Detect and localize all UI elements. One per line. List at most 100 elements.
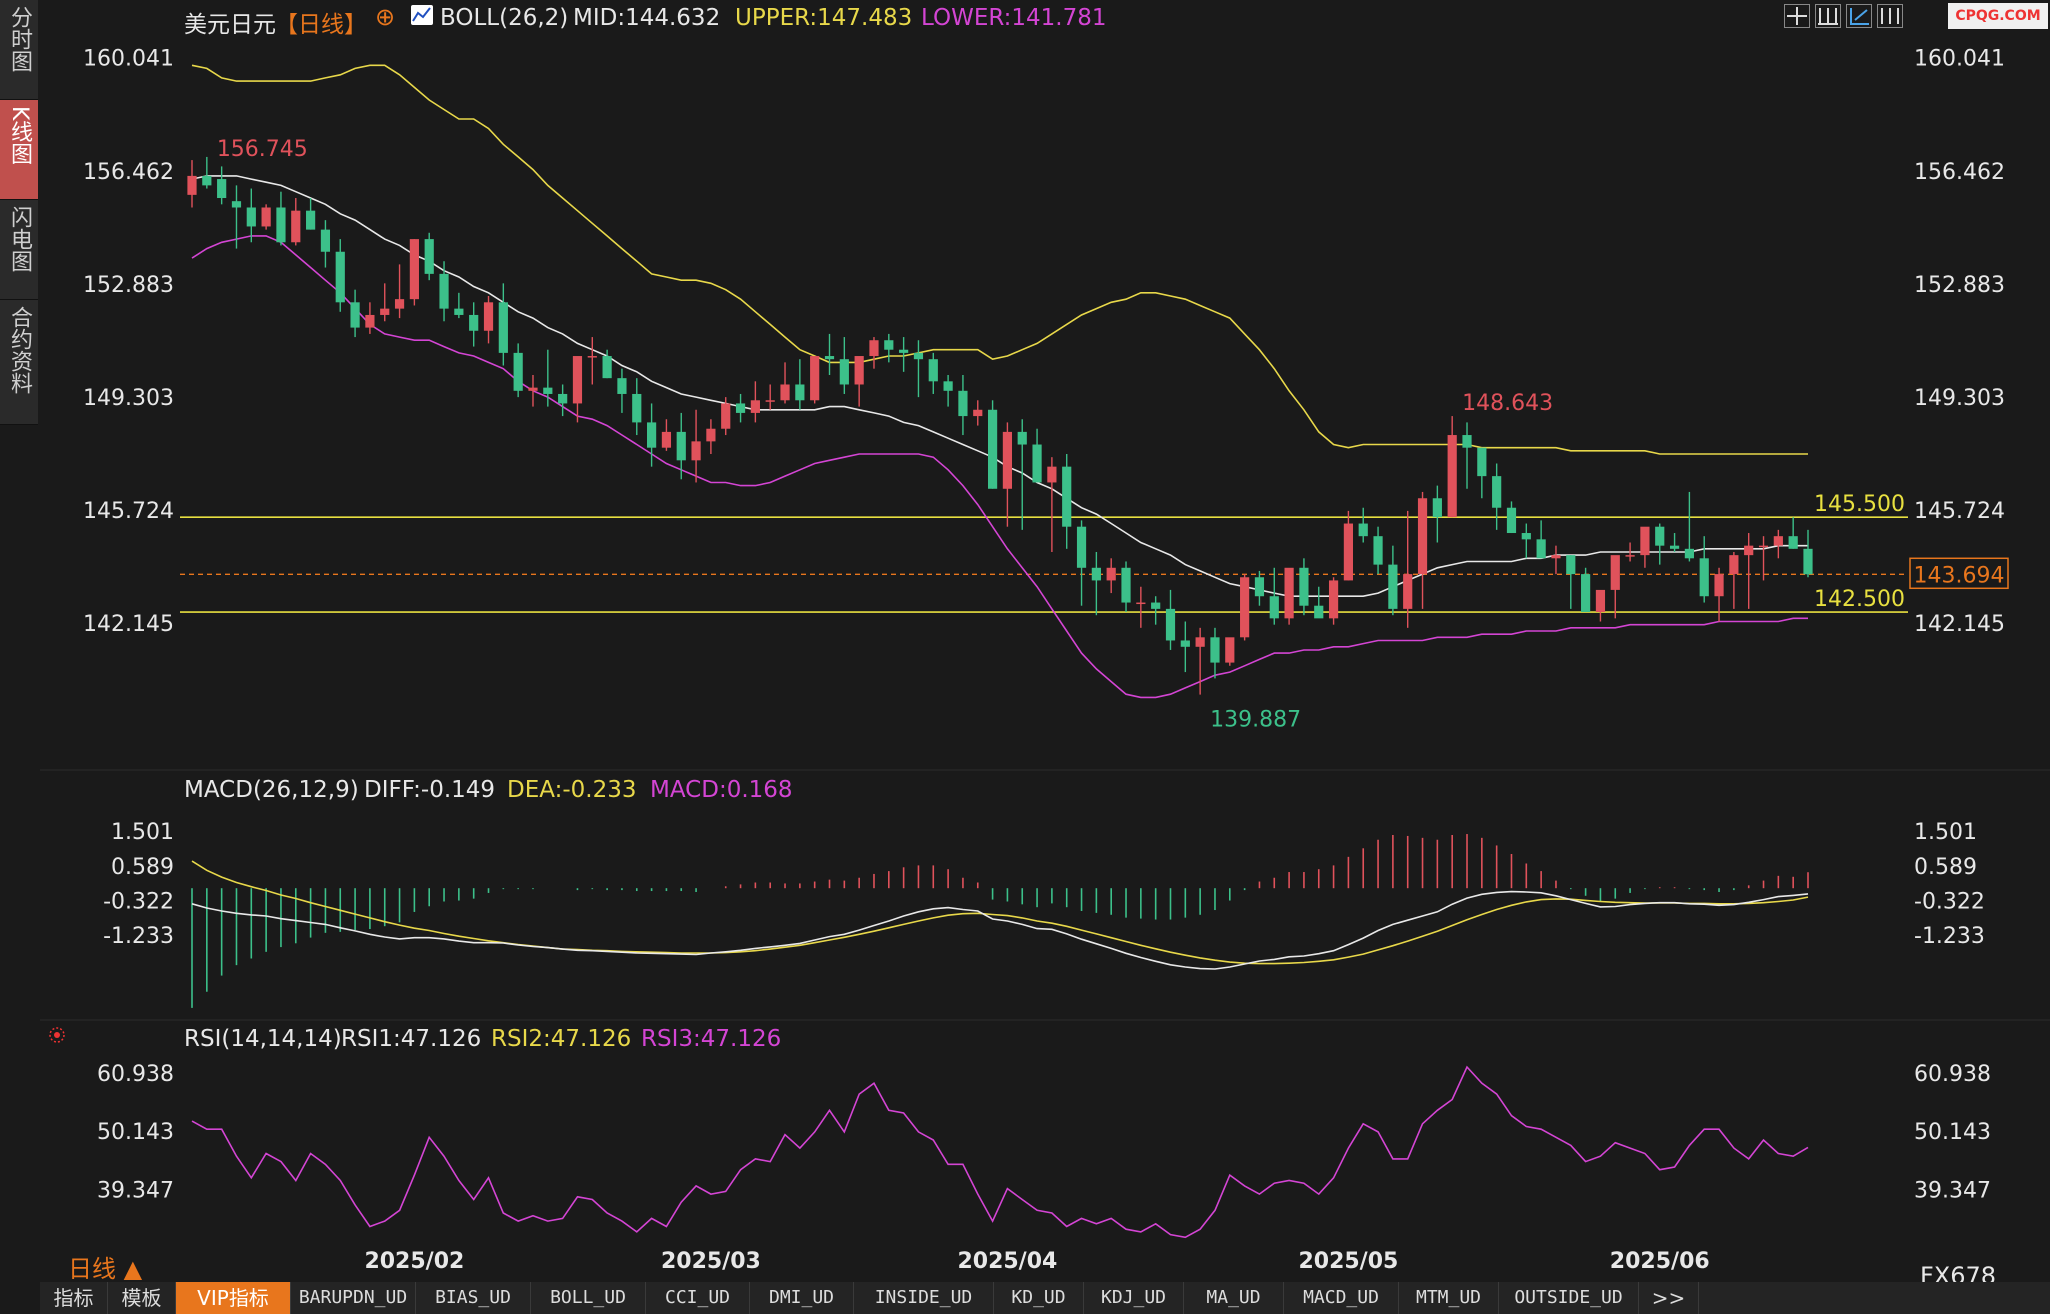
indicator-tab-6[interactable]: CCI_UD <box>646 1282 750 1314</box>
macd-diff-value: DIFF:-0.149 <box>364 777 496 803</box>
candle <box>202 156 212 189</box>
candle-body <box>928 359 938 382</box>
indicator-tab-14[interactable]: OUTSIDE_UD <box>1499 1282 1639 1314</box>
candle-body <box>261 207 271 227</box>
indicator-tab-2[interactable]: VIP指标 <box>176 1282 291 1314</box>
candle-body <box>1655 526 1665 546</box>
candle <box>1151 596 1161 625</box>
candle-body <box>1180 640 1190 647</box>
candle-body <box>1328 580 1339 619</box>
candle-body <box>365 314 375 328</box>
candle-body <box>1684 548 1694 559</box>
indicator-tab-10[interactable]: KDJ_UD <box>1084 1282 1184 1314</box>
period-selector[interactable]: 【日线】 <box>275 5 367 39</box>
instrument-title: 美元日元 <box>184 12 276 38</box>
candle <box>276 191 286 246</box>
indicator-tab-4[interactable]: BIAS_UD <box>416 1282 531 1314</box>
indicator-tab-9[interactable]: KD_UD <box>994 1282 1084 1314</box>
candle-body <box>231 201 242 208</box>
tab-intraday-label: 分时图 <box>7 6 32 72</box>
tab-flash[interactable]: 闪电图 <box>0 200 38 300</box>
candle <box>676 412 686 480</box>
chart-icon[interactable] <box>411 5 433 25</box>
candle <box>1106 558 1116 594</box>
candle <box>1551 545 1561 575</box>
candle <box>854 356 864 407</box>
candle-body <box>1803 548 1813 575</box>
candle <box>558 384 568 417</box>
candle-body <box>1699 558 1709 597</box>
candle-body <box>780 384 790 401</box>
indicator-tab-3[interactable]: BARUPDN_UD <box>291 1282 416 1314</box>
candle <box>424 232 434 281</box>
fit-icon[interactable] <box>1846 4 1872 28</box>
boll-indicator-name: BOLL(26,2) <box>440 5 569 31</box>
price-tick-left: 152.883 <box>83 273 174 298</box>
candle <box>1788 517 1798 549</box>
candle-body <box>380 308 390 315</box>
tab-contract-info[interactable]: 合约资料 <box>0 300 38 425</box>
settings-icon[interactable] <box>47 1025 67 1045</box>
candle-body <box>617 378 627 394</box>
indicator-tab-7[interactable]: DMI_UD <box>750 1282 854 1314</box>
tab-intraday[interactable]: 分时图 <box>0 0 38 100</box>
candle-body <box>869 340 879 357</box>
candle <box>1032 428 1042 483</box>
candle <box>1254 570 1265 606</box>
plus-circle-icon[interactable]: ⊕ <box>375 3 395 31</box>
candle <box>795 359 805 410</box>
candle <box>335 239 345 312</box>
candle <box>306 198 316 230</box>
candle <box>365 302 375 334</box>
price-tick-left: 160.041 <box>83 47 174 72</box>
full-view-icon[interactable] <box>1877 4 1903 28</box>
crosshair-icon[interactable] <box>1784 4 1810 28</box>
period-toggle[interactable]: 日线 ▲ <box>68 1249 142 1284</box>
indicator-tab-5[interactable]: BOLL_UD <box>531 1282 646 1314</box>
candle-body <box>350 302 360 328</box>
candle-body <box>1669 545 1680 549</box>
candle <box>246 188 256 243</box>
indicator-tab-bar: 指标 模板 VIP指标 BARUPDN_UD BIAS_UD BOLL_UD CCI_UD D… <box>40 1282 2050 1314</box>
candle-body <box>1343 523 1353 581</box>
candle-body <box>735 403 746 413</box>
candle-body <box>558 393 568 404</box>
candle-body <box>1210 637 1220 663</box>
macd-tick-left: -1.233 <box>103 924 174 949</box>
candle <box>1699 536 1709 603</box>
chart-canvas[interactable]: 160.041 160.041 156.462 156.462 152.883 152.8… <box>0 0 2050 1314</box>
candle <box>1047 457 1057 552</box>
candle <box>394 264 405 319</box>
candle-body <box>1432 498 1442 518</box>
candle-body <box>987 409 998 489</box>
date-tick: 2025/03 <box>661 1249 761 1274</box>
candle-body <box>810 356 820 401</box>
date-tick: 2025/06 <box>1610 1249 1710 1274</box>
indicator-tab-0[interactable]: 指标 <box>40 1282 108 1314</box>
indicator-tab-11[interactable]: MA_UD <box>1184 1282 1284 1314</box>
indicator-tab-1[interactable]: 模板 <box>108 1282 176 1314</box>
candle <box>483 295 494 344</box>
candle-body <box>1714 574 1724 597</box>
indicator-tab-15[interactable]: >> <box>1639 1282 1699 1314</box>
price-tick-right: 145.724 <box>1914 499 2005 524</box>
candle <box>735 393 746 423</box>
indicator-tab-12[interactable]: MACD_UD <box>1284 1282 1399 1314</box>
tab-kline[interactable]: K线图 <box>0 100 38 200</box>
indicator-tab-8[interactable]: INSIDE_UD <box>854 1282 994 1314</box>
candle-body <box>469 314 479 331</box>
candle <box>320 220 331 268</box>
candle-body <box>1062 466 1072 527</box>
candle-body <box>306 210 316 230</box>
candle-body <box>513 352 523 391</box>
candle-body <box>1314 605 1324 619</box>
candle-body <box>439 273 449 309</box>
candle-body <box>1002 431 1013 489</box>
candle <box>617 368 627 413</box>
candle-body <box>750 400 760 413</box>
candle-body <box>187 175 197 195</box>
price-tick-right: 149.303 <box>1914 386 2005 411</box>
indicator-tab-13[interactable]: MTM_UD <box>1399 1282 1499 1314</box>
line-grid-icon[interactable] <box>1815 4 1841 28</box>
level-label-upper: 145.500 <box>1814 492 1905 517</box>
